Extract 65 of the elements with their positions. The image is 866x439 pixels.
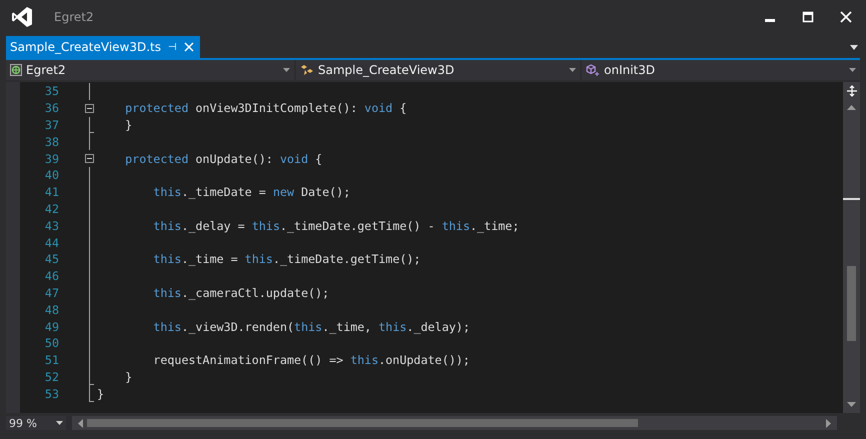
line-number: 37 [44,118,59,132]
outline-end-tick [89,401,94,402]
line-number: 44 [44,236,59,250]
maximize-icon[interactable] [802,11,814,23]
window-title: Egret2 [54,10,94,24]
navigation-dropdown[interactable]: Sample_CreateView3D [296,60,580,80]
code-line: protected onUpdate(): void { [124,152,322,166]
zoom-dropdown[interactable]: 99 % [6,416,66,430]
line-number: 53 [44,386,59,401]
class-icon [300,64,314,76]
vertical-scrollbar[interactable] [843,82,860,413]
scroll-up-icon[interactable] [847,105,856,110]
collapse-icon[interactable] [85,104,94,113]
dropdown-arrow-icon [56,421,63,425]
collapse-icon[interactable] [85,154,94,164]
code-line: } [97,386,104,401]
outline-end-tick [89,384,94,386]
code-line: this._delay = this._timeDate.getTime() - this._time; [152,218,520,233]
line-number: 45 [44,252,59,266]
code-line: this._cameraCtl.update(); [152,286,330,300]
line-number: 52 [44,370,59,384]
code-line: protected onView3DInitComplete(): void { [124,101,407,116]
globe-icon [10,64,22,76]
code-line: this._view3D.renden(this._time, this._delay); [152,320,470,334]
scroll-down-icon[interactable] [847,402,856,407]
line-number: 47 [44,286,59,300]
code-line: this._time = this._timeDate.getTime(); [152,252,421,266]
dropdown-arrow-icon[interactable] [850,45,858,50]
line-number: 35 [44,84,59,98]
code-line: } [124,370,132,384]
dropdown-arrow-icon [283,68,290,72]
tab-label: Sample_CreateView3D.ts [10,40,161,54]
line-number: 42 [44,202,59,216]
caret-position-marker [843,198,860,200]
line-number: 36 [44,101,59,116]
split-handle-icon[interactable] [846,85,858,97]
dropdown-arrow-icon [569,68,576,72]
line-number: 51 [44,353,59,368]
line-number: 48 [44,302,59,317]
scroll-thumb[interactable] [87,419,638,427]
horizontal-scrollbar[interactable] [72,416,837,430]
scroll-thumb[interactable] [847,266,856,341]
line-number: 49 [44,320,59,334]
line-number: 41 [44,185,59,200]
file-tab[interactable]: Sample_CreateView3D.ts ⊣ [6,36,200,58]
line-number: 50 [44,336,59,350]
scroll-left-icon[interactable] [78,418,83,428]
line-number: 39 [44,152,59,166]
navigation-dropdown[interactable]: onInit3D [582,60,860,80]
line-number: 38 [44,134,59,149]
app-logo-icon [10,5,34,29]
line-number: 40 [44,168,59,182]
code-line: } [124,118,132,132]
line-number: 46 [44,269,59,284]
code-line: this._timeDate = new Date(); [152,185,350,200]
outline-end-tick [89,132,94,134]
line-number: 43 [44,218,59,233]
pin-button[interactable]: ⊣ [168,42,177,52]
scroll-right-icon[interactable] [826,418,831,428]
cube-icon [586,64,600,76]
navigation-dropdown[interactable]: Egret2 [6,60,294,80]
close-icon[interactable] [840,11,852,23]
dropdown-arrow-icon [849,68,856,72]
outline-line [89,83,90,100]
code-line: requestAnimationFrame(() => this.onUpdate()); [152,353,470,368]
